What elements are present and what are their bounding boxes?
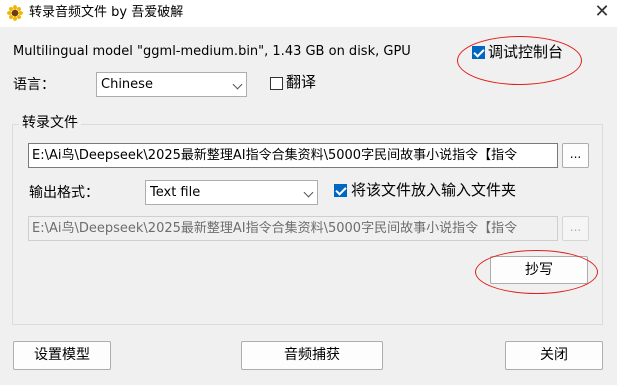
audio-capture-button[interactable]: 音频捕获 (241, 341, 383, 370)
debug-console-checkbox[interactable] (472, 46, 485, 59)
place-in-input-folder-checkbox[interactable] (334, 184, 347, 197)
close-button[interactable]: 关闭 (505, 341, 603, 370)
translate-label[interactable]: 翻译 (286, 73, 316, 91)
setup-model-button[interactable]: 设置模型 (13, 341, 111, 370)
close-icon[interactable]: ✕ (591, 1, 613, 23)
language-select[interactable]: Chinese (96, 72, 247, 97)
output-format-selected-value: Text file (150, 185, 201, 200)
language-selected-value: Chinese (101, 77, 153, 92)
transcribe-group-title: 转录文件 (19, 114, 81, 132)
output-format-select[interactable]: Text file (145, 180, 318, 205)
transcribe-button[interactable]: 抄写 (490, 256, 588, 284)
chevron-down-icon (303, 187, 314, 198)
sunflower-icon (7, 5, 23, 21)
input-file-path[interactable]: E:\Ai鸟\Deepseek\2025最新整理AI指令合集资料\5000字民间… (28, 143, 558, 168)
debug-console-label[interactable]: 调试控制台 (488, 43, 563, 61)
chevron-down-icon (232, 79, 243, 90)
place-in-input-folder-label[interactable]: 将该文件放入输入文件夹 (351, 181, 516, 199)
output-format-label: 输出格式： (29, 185, 99, 201)
translate-checkbox[interactable] (270, 77, 283, 90)
language-label: 语言： (13, 77, 55, 93)
output-file-path: E:\Ai鸟\Deepseek\2025最新整理AI指令合集资料\5000字民间… (28, 216, 558, 241)
input-browse-button[interactable]: ... (562, 143, 589, 168)
title-bar: 转录音频文件 by 吾爱破解 ✕ (0, 0, 617, 27)
output-browse-button: ... (562, 216, 589, 241)
transcribe-dialog: 转录音频文件 by 吾爱破解 ✕ Multilingual model "ggm… (0, 0, 617, 385)
model-info-text: Multilingual model "ggml-medium.bin", 1.… (13, 44, 411, 59)
window-title: 转录音频文件 by 吾爱破解 (29, 5, 184, 20)
